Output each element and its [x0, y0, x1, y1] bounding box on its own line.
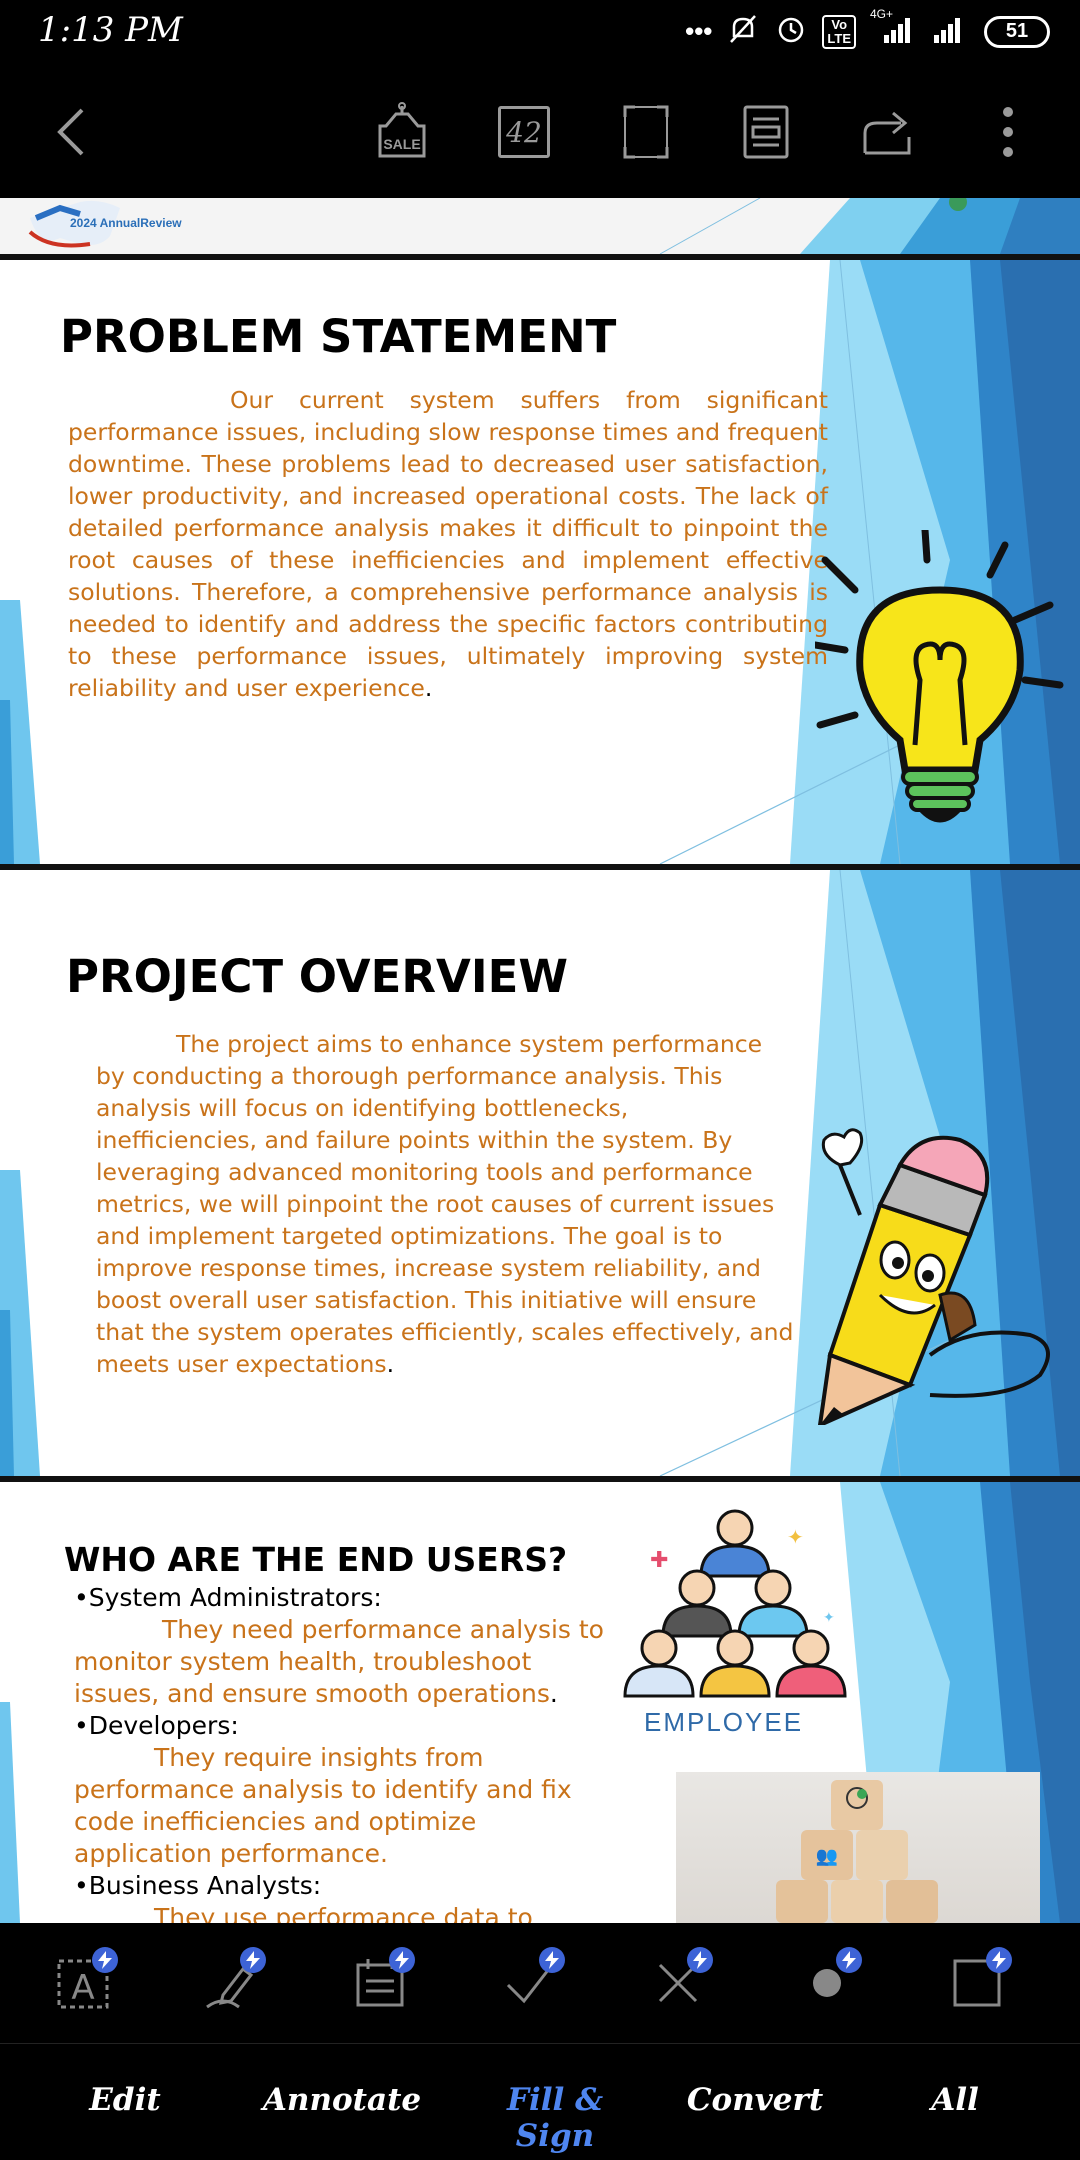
page-number-box: 42	[498, 106, 550, 158]
signal-icon-1: 4G+	[870, 7, 916, 50]
employee-pyramid-icon: ✚ ✦ ✦	[623, 1509, 847, 1698]
list-item: •Business Analysts: They use performance…	[74, 1871, 533, 1923]
more-indicator: •••	[685, 16, 713, 46]
svg-text:✦: ✦	[787, 1527, 804, 1549]
signature-tool[interactable]	[186, 1943, 276, 2023]
top-toolbar: SALE 42	[0, 64, 1080, 198]
wooden-blocks-photo: 👥	[676, 1772, 1040, 1923]
page-view-button[interactable]	[734, 100, 798, 164]
slide-title: PROJECT OVERVIEW	[66, 950, 568, 1003]
employee-label: EMPLOYEE	[644, 1707, 804, 1737]
share-button[interactable]	[856, 100, 920, 164]
end-users-list: •System Administrators: They need perfor…	[74, 1582, 614, 1923]
slide-project-overview: PROJECT OVERVIEW The project aims to enh…	[0, 870, 1080, 1476]
document-viewer[interactable]: 2024 AnnualReview PROBLEM STATEMENT Our …	[0, 198, 1080, 1923]
svg-text:✚: ✚	[650, 1547, 668, 1572]
sale-tag-icon: SALE	[378, 102, 426, 158]
tab-all[interactable]: All	[900, 2082, 1010, 2118]
slide-previous-partial: 2024 AnnualReview	[0, 198, 1080, 254]
status-time: 1:13 PM	[38, 10, 183, 50]
status-icons: ••• Vo LTE 4G+ 51	[685, 7, 1050, 51]
lightning-badge-icon	[240, 1947, 266, 1973]
fullscreen-icon	[623, 105, 669, 159]
bottom-tab-bar: Edit Annotate Fill & Sign Convert All	[0, 2043, 1080, 2160]
volte-icon: Vo LTE	[822, 14, 856, 49]
status-bar: 1:13 PM ••• Vo LTE 4G+ 51	[0, 0, 1080, 64]
signal-icon-2	[930, 13, 970, 50]
svg-text:👥: 👥	[816, 1846, 838, 1867]
tab-edit[interactable]: Edit	[60, 2082, 190, 2118]
list-item: •System Administrators: They need perfor…	[74, 1583, 604, 1708]
back-button[interactable]	[40, 100, 104, 164]
slide-footer-text: 2024 AnnualReview	[70, 216, 182, 230]
tab-annotate[interactable]: Annotate	[262, 2082, 422, 2118]
rectangle-tool[interactable]	[932, 1943, 1022, 2023]
dot-tool[interactable]	[782, 1943, 872, 2023]
alarm-icon	[774, 12, 808, 51]
svg-text:A: A	[71, 1968, 94, 2008]
svg-text:✦: ✦	[823, 1609, 835, 1625]
sale-button[interactable]: SALE	[370, 100, 434, 164]
pencil-character-icon	[817, 1128, 1050, 1425]
battery-indicator: 51	[984, 15, 1050, 48]
more-vertical-icon	[1003, 107, 1013, 157]
chevron-left-icon	[57, 108, 84, 156]
share-icon	[863, 111, 911, 155]
list-item: •Developers: They require insights from …	[74, 1711, 572, 1868]
slide-end-users: WHO ARE THE END USERS? •System Administr…	[0, 1482, 1080, 1923]
lightning-badge-icon	[92, 1947, 118, 1973]
tab-convert[interactable]: Convert	[685, 2082, 825, 2118]
more-options-button[interactable]	[976, 100, 1040, 164]
text-box-tool[interactable]: A	[38, 1943, 128, 2023]
fullscreen-button[interactable]	[614, 100, 678, 164]
lightning-badge-icon	[986, 1947, 1012, 1973]
slide-body-text: Our current system suffers from signific…	[68, 386, 828, 702]
lightning-badge-icon	[539, 1947, 565, 1973]
date-tool[interactable]	[335, 1943, 425, 2023]
svg-text:SALE: SALE	[383, 136, 420, 152]
lightbulb-icon	[815, 530, 1064, 823]
lightning-badge-icon	[389, 1947, 415, 1973]
mute-icon	[726, 12, 760, 51]
slide-title: WHO ARE THE END USERS?	[64, 1540, 568, 1579]
slide-problem-statement: PROBLEM STATEMENT Our current system suf…	[0, 260, 1080, 864]
lightning-badge-icon	[687, 1947, 713, 1973]
page-number-button[interactable]: 42	[492, 100, 556, 164]
checkmark-tool[interactable]	[485, 1943, 575, 2023]
cross-tool[interactable]	[633, 1943, 723, 2023]
fill-sign-tools: A	[0, 1923, 1080, 2043]
slide-title: PROBLEM STATEMENT	[60, 310, 617, 363]
lightning-badge-icon	[836, 1947, 862, 1973]
document-view-icon	[743, 105, 789, 159]
tab-fill-sign[interactable]: Fill & Sign	[470, 2082, 640, 2154]
slide-body-text: The project aims to enhance system perfo…	[96, 1030, 794, 1378]
